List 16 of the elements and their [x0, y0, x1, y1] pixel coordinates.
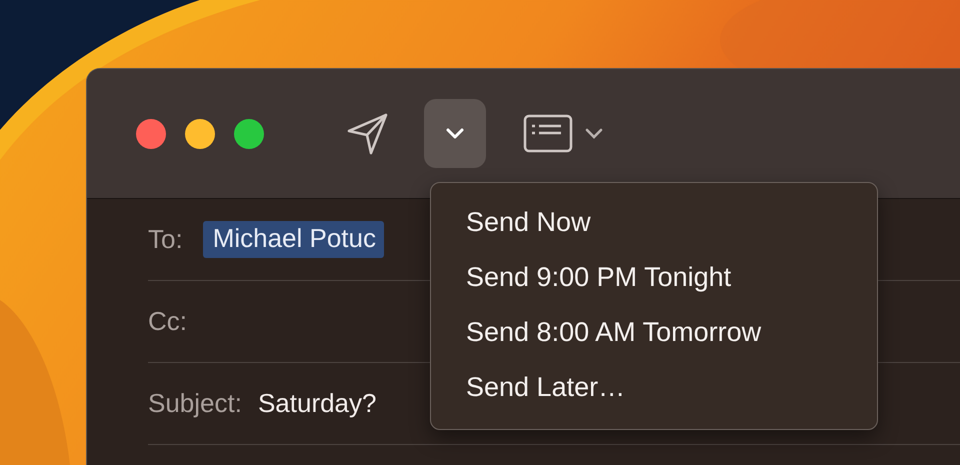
minimize-button[interactable]	[185, 118, 215, 148]
field-label: Cc:	[148, 306, 187, 337]
list-icon	[523, 114, 573, 154]
zoom-button[interactable]	[234, 118, 264, 148]
menu-item[interactable]: Send Now	[431, 195, 877, 250]
menu-item[interactable]: Send 9:00 PM Tonight	[431, 250, 877, 305]
menu-item[interactable]: Send Later…	[431, 360, 877, 415]
menu-item[interactable]: Send 8:00 AM Tomorrow	[431, 305, 877, 360]
field-label: Subject:	[148, 388, 242, 419]
chevron-down-icon	[445, 128, 465, 140]
recipient-token[interactable]: Michael Potuc	[202, 221, 384, 258]
field-label: To:	[148, 224, 183, 255]
format-menu-button[interactable]	[523, 114, 603, 154]
close-button[interactable]	[136, 118, 166, 148]
subject-text[interactable]: Saturday?	[258, 388, 376, 419]
chevron-down-icon	[585, 128, 603, 140]
